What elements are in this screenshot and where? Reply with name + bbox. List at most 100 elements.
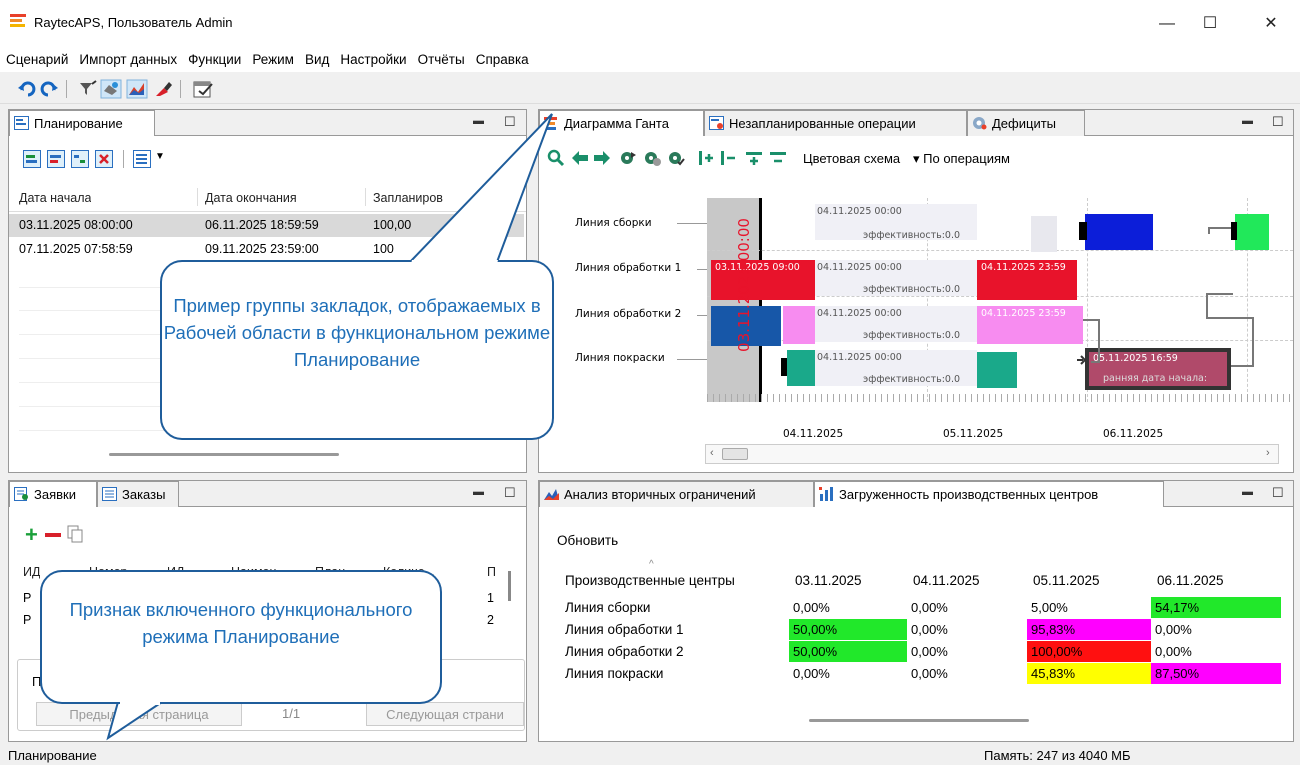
toolbar-separator (123, 150, 124, 168)
prev-page-button[interactable]: Предыдущая страница (36, 702, 242, 726)
gantt-row-label: Линия обработки 2 (575, 308, 682, 320)
col-end-date[interactable]: Дата окончания (205, 191, 297, 205)
copy-plan-icon[interactable] (71, 150, 89, 168)
horizontal-scrollbar[interactable] (809, 719, 1029, 722)
load-value-cell: 50,00% (789, 641, 907, 662)
menu-view[interactable]: Вид (299, 48, 334, 67)
tab-gantt[interactable]: Диаграмма Ганта (539, 110, 704, 136)
panel-minimize-button[interactable]: ▬ (1242, 115, 1253, 127)
tab-planning[interactable]: Планирование (9, 110, 155, 136)
panel-maximize-button[interactable]: ☐ (1272, 114, 1284, 130)
add-icon[interactable]: + (25, 524, 38, 546)
panel-maximize-button[interactable]: ☐ (504, 114, 516, 130)
load-value-cell: 100,00% (1027, 641, 1151, 662)
load-value-cell: 0,00% (793, 600, 830, 615)
color-scheme-dropdown[interactable]: ▾ По операциям (913, 151, 1010, 167)
vertical-scrollbar[interactable] (508, 571, 511, 601)
col-centers[interactable]: Производственные центры (565, 573, 735, 588)
tab-requests[interactable]: Заявки (9, 481, 97, 507)
minimize-button[interactable]: — (1152, 10, 1182, 38)
scroll-left-icon[interactable]: ‹ (710, 447, 714, 459)
collapse-all-icon[interactable] (769, 149, 787, 167)
tab-deficits[interactable]: Дефициты (967, 110, 1085, 136)
pin-icon[interactable] (152, 79, 174, 99)
menu-functions[interactable]: Функции (182, 48, 246, 67)
chevron-down-icon[interactable]: ▼ (155, 151, 165, 162)
gear-check-icon[interactable] (667, 149, 685, 167)
col-date[interactable]: 03.11.2025 (795, 573, 862, 588)
copy-icon[interactable] (67, 525, 83, 543)
menu-help[interactable]: Справка (470, 48, 534, 67)
load-value-cell: 45,83% (1027, 663, 1151, 684)
col-date[interactable]: 04.11.2025 (913, 573, 980, 588)
panel-maximize-button[interactable]: ☐ (504, 485, 516, 501)
refresh-button[interactable]: Обновить (557, 533, 618, 548)
tab-requests-label: Заявки (34, 487, 76, 502)
panel-minimize-button[interactable]: ▬ (473, 486, 484, 498)
view-plan-icon[interactable] (133, 150, 151, 168)
col-id[interactable]: ИД (23, 565, 40, 579)
expand-rows-icon[interactable] (697, 149, 715, 167)
remove-icon[interactable] (45, 533, 61, 537)
gear-clock-icon[interactable] (643, 149, 661, 167)
col-start-date[interactable]: Дата начала (19, 191, 91, 205)
center-name: Линия обработки 1 (565, 622, 684, 637)
menu-mode[interactable]: Режим (246, 48, 299, 67)
menu-scenario[interactable]: Сценарий (0, 48, 73, 67)
page-info: 1/1 (282, 706, 301, 721)
undo-icon[interactable] (18, 81, 36, 97)
redo-icon[interactable] (40, 81, 58, 97)
arrow-left-icon[interactable] (571, 149, 589, 167)
scroll-right-icon[interactable]: › (1266, 447, 1270, 459)
zoom-icon[interactable] (547, 149, 565, 167)
callout-mode-indicator: Признак включенного функционального режи… (40, 570, 442, 704)
table-row[interactable]: Линия обработки 2 50,00% 0,00% 100,00% 0,00% (555, 641, 1285, 663)
row-connector (697, 315, 707, 316)
tab-secondary-constraints[interactable]: Анализ вторичных ограничений (539, 481, 814, 507)
load-value-cell: 0,00% (911, 622, 948, 637)
tab-orders-label: Заказы (122, 487, 166, 502)
panel-maximize-button[interactable]: ☐ (1272, 485, 1284, 501)
menu-import[interactable]: Импорт данных (73, 48, 182, 67)
table-row[interactable]: 07.11.2025 07:58:59 09.11.2025 23:59:00 … (9, 238, 524, 261)
delete-plan-icon[interactable] (95, 150, 113, 168)
load-value-cell: 0,00% (911, 600, 948, 615)
tab-center-load[interactable]: Загруженность производственных центров (814, 481, 1164, 507)
col-date[interactable]: 06.11.2025 (1157, 573, 1224, 588)
table-row[interactable]: Линия покраски 0,00% 0,00% 45,83% 87,50% (555, 663, 1285, 685)
col-p[interactable]: П (487, 565, 496, 579)
menu-settings[interactable]: Настройки (334, 48, 411, 67)
panel-minimize-button[interactable]: ▬ (473, 115, 484, 127)
deficits-tab-icon (973, 117, 987, 130)
calendar-icon[interactable] (192, 79, 214, 99)
scroll-thumb[interactable] (722, 448, 748, 460)
expand-all-icon[interactable] (745, 149, 763, 167)
panel-minimize-button[interactable]: ▬ (1242, 486, 1253, 498)
table-row[interactable]: Линия сборки 0,00% 0,00% 5,00% 54,17% (555, 597, 1285, 619)
gantt-horizontal-scrollbar[interactable]: ‹ › (705, 444, 1279, 464)
next-page-button[interactable]: Следующая страни (366, 702, 524, 726)
row-end-date: 06.11.2025 18:59:59 (205, 218, 319, 232)
tab-orders[interactable]: Заказы (97, 481, 179, 507)
edit-plan-icon[interactable] (47, 150, 65, 168)
tab-unscheduled[interactable]: Незапланированные операции (704, 110, 967, 136)
add-plan-icon[interactable] (23, 150, 41, 168)
close-button[interactable]: ✕ (1256, 10, 1286, 38)
col-date[interactable]: 05.11.2025 (1033, 573, 1100, 588)
col-divider (365, 188, 366, 206)
col-planned[interactable]: Запланиров (373, 191, 443, 205)
gantt-row-label: Линия обработки 1 (575, 262, 682, 274)
filter-icon[interactable] (78, 80, 98, 98)
arrow-right-icon[interactable] (593, 149, 611, 167)
horizontal-scrollbar[interactable] (109, 453, 339, 456)
collapse-rows-icon[interactable] (719, 149, 737, 167)
date-label: 04.11.2025 (783, 428, 844, 440)
menu-reports[interactable]: Отчёты (412, 48, 470, 67)
schedule-icon[interactable] (100, 79, 122, 99)
row-connector (697, 269, 707, 270)
table-row[interactable]: 03.11.2025 08:00:00 06.11.2025 18:59:59 … (9, 214, 524, 237)
gear-play-icon[interactable] (619, 149, 637, 167)
chart-icon[interactable] (126, 79, 148, 99)
table-row[interactable]: Линия обработки 1 50,00% 0,00% 95,83% 0,00% (555, 619, 1285, 641)
maximize-button[interactable]: ☐ (1195, 10, 1225, 38)
